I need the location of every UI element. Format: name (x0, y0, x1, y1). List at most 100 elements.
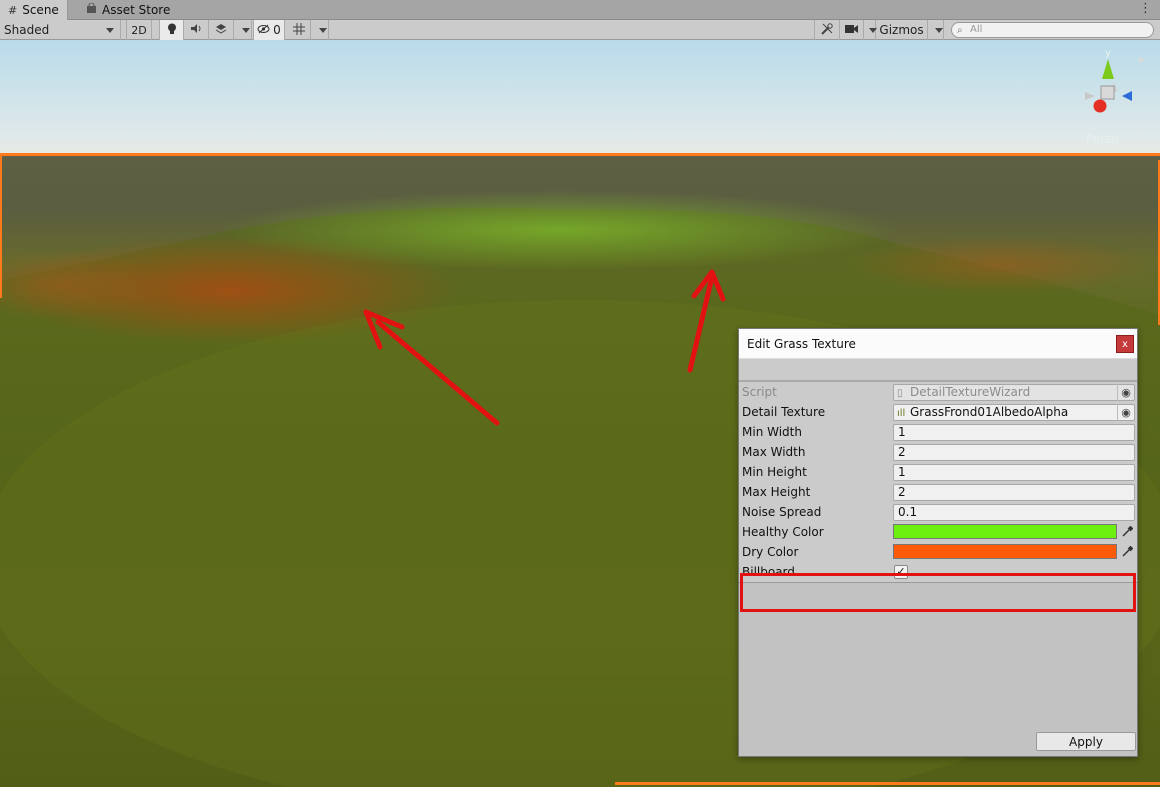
scene-visibility-toggle[interactable]: 0 (253, 20, 285, 40)
speaker-icon (190, 23, 202, 37)
orientation-gizmo[interactable]: y (1075, 46, 1145, 146)
detail-texture-label: Detail Texture (742, 405, 826, 419)
tab-scene[interactable]: # Scene (0, 0, 68, 20)
row-script: Script ▯ DetailTextureWizard ◉ (739, 382, 1137, 402)
noise-spread-label: Noise Spread (742, 505, 822, 519)
persp-text: Persp (1086, 132, 1119, 146)
detail-texture-value: GrassFrond01AlbedoAlpha (910, 405, 1069, 419)
close-icon: x (1122, 338, 1128, 350)
lighting-toggle[interactable] (159, 20, 184, 40)
scene-toolbar: Shaded 2D 0 Gizmos ⌕ All (0, 20, 1160, 40)
tab-asset-store-label: Asset Store (102, 3, 171, 17)
gizmo-x-axis[interactable] (1093, 99, 1107, 113)
grid-toggle[interactable] (287, 20, 311, 40)
selection-outline-top (0, 153, 1160, 156)
lightbulb-icon (167, 23, 177, 38)
billboard-label: Billboard (742, 565, 795, 579)
eye-slash-icon (257, 23, 270, 37)
gizmos-button[interactable]: Gizmos (876, 20, 928, 40)
gizmo-y-label: y (1105, 48, 1111, 59)
arrow-to-dry-grass (363, 309, 500, 426)
dialog-title: Edit Grass Texture (747, 336, 856, 351)
gizmo-z-axis[interactable] (1122, 91, 1132, 101)
max-width-field[interactable]: 2 (893, 444, 1135, 461)
effects-dropdown[interactable] (234, 20, 252, 40)
min-width-label: Min Width (742, 425, 802, 439)
script-field: ▯ DetailTextureWizard ◉ (893, 384, 1135, 401)
effects-toggle[interactable] (209, 20, 234, 40)
toggle-2d-label: 2D (131, 23, 147, 37)
shading-mode-label: Shaded (4, 23, 50, 37)
wrench-icon (821, 22, 833, 38)
row-min-height: Min Height 1 (739, 462, 1137, 482)
script-file-icon: ▯ (897, 388, 903, 399)
camera-dropdown[interactable] (864, 20, 876, 40)
search-input[interactable]: ⌕ All (951, 22, 1154, 38)
arrow-to-healthy-grass (687, 269, 726, 373)
script-value: DetailTextureWizard (910, 385, 1031, 399)
row-min-width: Min Width 1 (739, 422, 1137, 442)
healthy-color-label: Healthy Color (742, 525, 824, 539)
texture-thumbnail-icon: ıll (897, 408, 906, 419)
projection-label[interactable]: Persp (1086, 132, 1119, 146)
row-max-height: Max Height 2 (739, 482, 1137, 502)
row-detail-texture: Detail Texture ıll GrassFrond01AlbedoAlp… (739, 402, 1137, 422)
noise-spread-field[interactable]: 0.1 (893, 504, 1135, 521)
object-picker-icon: ◉ (1117, 384, 1134, 401)
tools-toggle[interactable] (814, 20, 840, 40)
healthy-color-swatch[interactable] (893, 524, 1117, 539)
eyedropper-icon[interactable] (1119, 524, 1135, 539)
selection-outline-bottom (615, 782, 1160, 785)
gizmo-neg-x-axis[interactable] (1085, 92, 1095, 100)
row-billboard: Billboard ✓ (739, 562, 1137, 582)
grid-icon: # (8, 3, 18, 17)
camera-settings-button[interactable] (840, 20, 864, 40)
gizmos-dropdown[interactable] (928, 20, 944, 40)
bag-icon (86, 2, 97, 17)
min-width-field[interactable]: 1 (893, 424, 1135, 441)
camera-icon (845, 23, 858, 37)
dialog-header-band (739, 359, 1137, 381)
row-healthy-color: Healthy Color (739, 522, 1137, 542)
max-width-label: Max Width (742, 445, 806, 459)
billboard-checkbox[interactable]: ✓ (894, 565, 908, 579)
more-options-icon[interactable]: ⋮ (1139, 1, 1152, 16)
apply-button[interactable]: Apply (1036, 732, 1136, 751)
dialog-title-bar[interactable]: Edit Grass Texture (739, 329, 1137, 359)
search-placeholder: All (970, 24, 983, 35)
scene-window: # Scene Asset Store ⋮ Shaded 2D 0 Gizmos… (0, 0, 1160, 787)
layers-icon (215, 23, 227, 37)
apply-label: Apply (1069, 734, 1103, 749)
selection-outline-left (0, 153, 2, 298)
row-noise-spread: Noise Spread 0.1 (739, 502, 1137, 522)
max-height-field[interactable]: 2 (893, 484, 1135, 501)
max-height-label: Max Height (742, 485, 811, 499)
row-max-width: Max Width 2 (739, 442, 1137, 462)
gizmo-handle (1138, 57, 1144, 63)
grid-icon (292, 22, 305, 38)
eyedropper-icon[interactable] (1119, 544, 1135, 559)
grid-dropdown[interactable] (311, 20, 329, 40)
audio-toggle[interactable] (184, 20, 209, 40)
tab-asset-store[interactable]: Asset Store (78, 0, 178, 20)
tab-bar: # Scene Asset Store ⋮ (0, 0, 1160, 20)
gizmos-label: Gizmos (879, 23, 924, 37)
object-picker-icon[interactable]: ◉ (1117, 404, 1134, 421)
toggle-2d-button[interactable]: 2D (126, 20, 152, 40)
dry-color-swatch[interactable] (893, 544, 1117, 559)
edit-grass-texture-dialog: Edit Grass Texture x Script ▯ DetailText… (738, 328, 1138, 757)
search-icon: ⌕ (957, 25, 963, 36)
min-height-label: Min Height (742, 465, 807, 479)
tab-scene-label: Scene (22, 3, 59, 17)
gizmo-y-axis[interactable] (1102, 59, 1114, 79)
gizmo-center-cube[interactable] (1100, 85, 1115, 100)
property-list: Script ▯ DetailTextureWizard ◉ Detail Te… (739, 381, 1137, 612)
detail-texture-field[interactable]: ıll GrassFrond01AlbedoAlpha ◉ (893, 404, 1135, 421)
min-height-field[interactable]: 1 (893, 464, 1135, 481)
hidden-count: 0 (273, 23, 281, 37)
script-label: Script (742, 385, 777, 399)
shading-mode-dropdown[interactable]: Shaded (0, 20, 121, 40)
dry-color-label: Dry Color (742, 545, 799, 559)
row-dry-color: Dry Color (739, 542, 1137, 562)
close-button[interactable]: x (1116, 335, 1134, 353)
